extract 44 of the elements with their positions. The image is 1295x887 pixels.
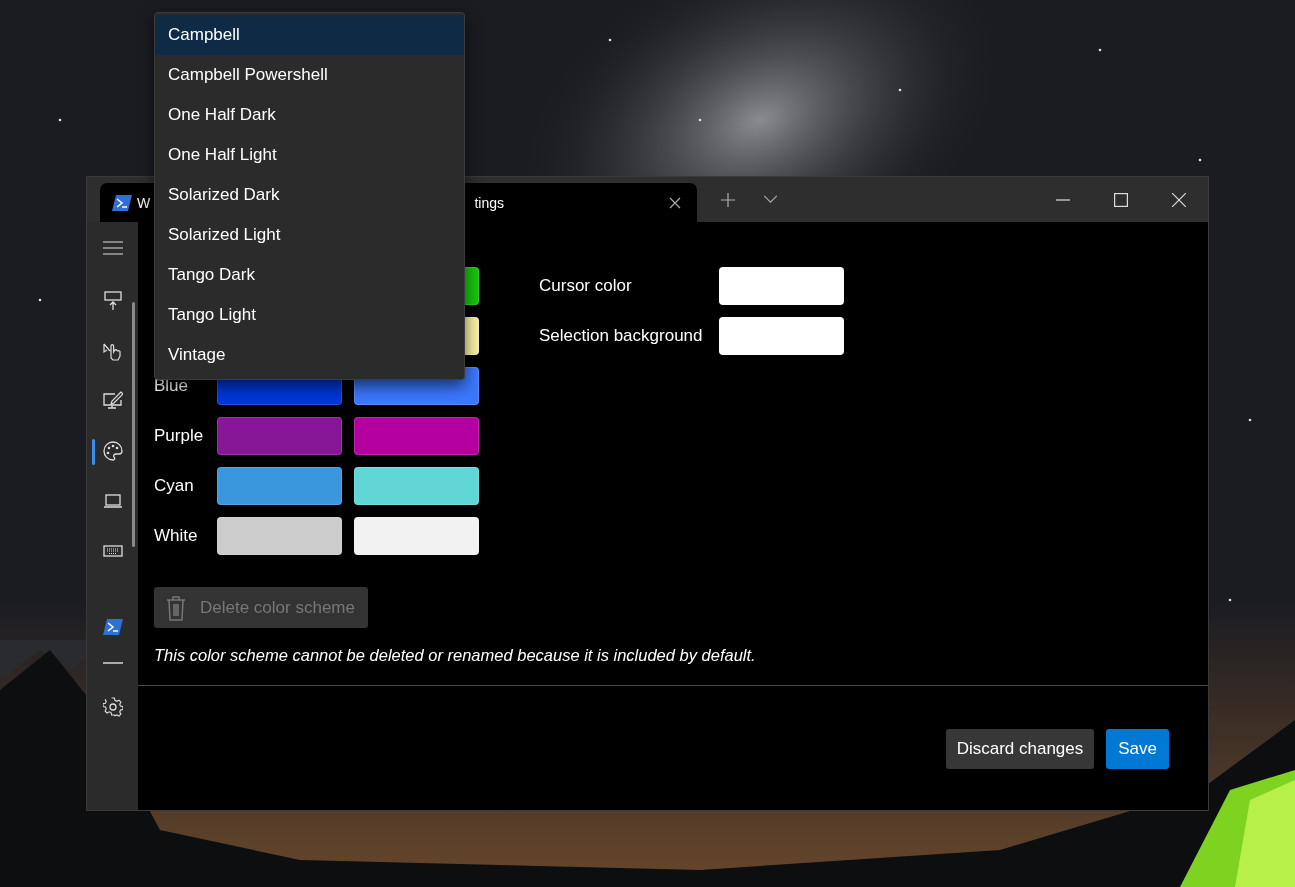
dropdown-icon[interactable] bbox=[763, 195, 778, 204]
save-button[interactable]: Save bbox=[1106, 729, 1169, 769]
settings-icon bbox=[102, 697, 123, 717]
scheme-option[interactable]: One Half Light bbox=[155, 135, 464, 175]
color-swatch[interactable] bbox=[354, 517, 479, 555]
powershell-icon bbox=[102, 619, 123, 635]
color-swatch[interactable] bbox=[719, 267, 844, 305]
maximize-icon[interactable] bbox=[1114, 192, 1128, 207]
color-label: Cursor color bbox=[539, 276, 633, 296]
color-swatch[interactable] bbox=[217, 417, 342, 455]
tab-title: W bbox=[137, 194, 151, 211]
laptop-icon bbox=[102, 491, 123, 511]
color-swatch[interactable] bbox=[217, 467, 342, 505]
scheme-option[interactable]: One Half Dark bbox=[155, 95, 464, 135]
close-tab-icon[interactable] bbox=[669, 196, 681, 209]
new-tab-icon[interactable] bbox=[720, 191, 736, 208]
color-swatch[interactable] bbox=[719, 317, 844, 355]
color-swatch[interactable] bbox=[354, 467, 479, 505]
color-label: White bbox=[154, 526, 199, 546]
color-swatch[interactable] bbox=[354, 417, 479, 455]
scrollbar[interactable] bbox=[132, 302, 135, 547]
scheme-option[interactable]: Campbell bbox=[155, 15, 464, 55]
color-label: Selection background bbox=[539, 326, 704, 346]
scheme-option[interactable]: Solarized Dark bbox=[155, 175, 464, 215]
trash-icon bbox=[166, 594, 186, 621]
color-swatch[interactable] bbox=[217, 517, 342, 555]
color-label: Cyan bbox=[154, 476, 195, 496]
scheme-option[interactable]: Vintage bbox=[155, 335, 464, 375]
monitor-pen-icon bbox=[102, 391, 123, 411]
tab-title: tings bbox=[474, 194, 504, 211]
powershell-icon bbox=[112, 194, 132, 211]
scheme-option[interactable]: Tango Dark bbox=[155, 255, 464, 295]
scheme-option[interactable]: Solarized Light bbox=[155, 215, 464, 255]
monitor-arrow-icon bbox=[102, 291, 123, 311]
menu-icon[interactable] bbox=[102, 241, 123, 255]
color-label: Blue bbox=[154, 376, 190, 396]
close-icon[interactable] bbox=[1172, 192, 1186, 207]
color-label: Purple bbox=[154, 426, 205, 446]
hand-pointer-icon bbox=[102, 341, 123, 361]
scheme-option[interactable]: Tango Light bbox=[155, 295, 464, 335]
palette-icon bbox=[102, 441, 123, 461]
scheme-option[interactable]: Campbell Powershell bbox=[155, 55, 464, 95]
discard-button[interactable]: Discard changes bbox=[945, 729, 1095, 769]
note-text: This color scheme cannot be deleted or renamed because it is included by default. bbox=[154, 646, 757, 665]
